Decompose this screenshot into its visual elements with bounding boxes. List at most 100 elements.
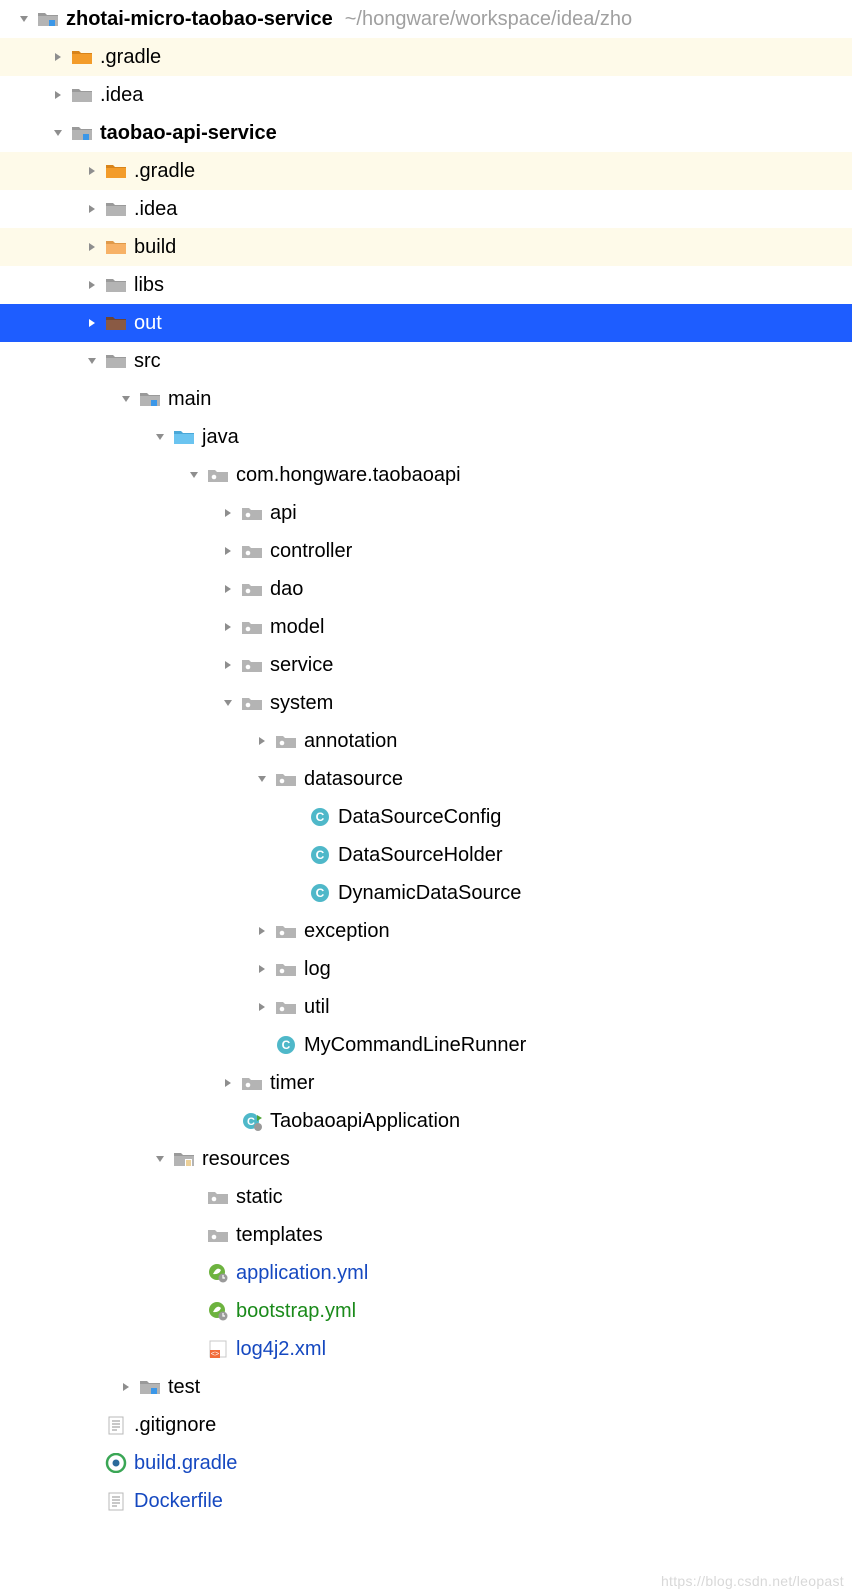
resources-folder-icon	[172, 1149, 196, 1169]
tree-row[interactable]: .gitignore	[0, 1406, 852, 1444]
tree-row[interactable]: taobao-api-service	[0, 114, 852, 152]
chevron-down-icon[interactable]	[154, 1153, 168, 1165]
tree-row[interactable]: zhotai-micro-taobao-service~/hongware/wo…	[0, 0, 852, 38]
tree-row[interactable]: test	[0, 1368, 852, 1406]
tree-item-label: datasource	[304, 769, 403, 789]
tree-row[interactable]: timer	[0, 1064, 852, 1102]
chevron-right-icon[interactable]	[256, 925, 270, 937]
tree-item-label: java	[202, 427, 239, 447]
tree-row[interactable]: dao	[0, 570, 852, 608]
tree-item-label: service	[270, 655, 333, 675]
module-folder-icon	[36, 9, 60, 29]
chevron-down-icon[interactable]	[18, 13, 32, 25]
tree-row[interactable]: .idea	[0, 190, 852, 228]
tree-item-label: Dockerfile	[134, 1491, 223, 1511]
tree-row[interactable]: annotation	[0, 722, 852, 760]
tree-item-label: .idea	[100, 85, 143, 105]
chevron-right-icon[interactable]	[222, 621, 236, 633]
tree-row[interactable]: out	[0, 304, 852, 342]
folder-icon	[104, 313, 128, 333]
text-file-icon	[104, 1491, 128, 1511]
tree-row[interactable]: build.gradle	[0, 1444, 852, 1482]
chevron-right-icon[interactable]	[86, 165, 100, 177]
tree-row[interactable]: model	[0, 608, 852, 646]
module-folder-icon	[70, 123, 94, 143]
package-icon	[274, 997, 298, 1017]
folder-icon	[104, 161, 128, 181]
chevron-down-icon[interactable]	[86, 355, 100, 367]
tree-row[interactable]: com.hongware.taobaoapi	[0, 456, 852, 494]
tree-row[interactable]: java	[0, 418, 852, 456]
chevron-right-icon[interactable]	[222, 545, 236, 557]
tree-row[interactable]: Dockerfile	[0, 1482, 852, 1520]
chevron-right-icon[interactable]	[52, 89, 66, 101]
tree-row[interactable]: C TaobaoapiApplication	[0, 1102, 852, 1140]
chevron-right-icon[interactable]	[120, 1381, 134, 1393]
tree-item-label: com.hongware.taobaoapi	[236, 465, 461, 485]
tree-row[interactable]: build	[0, 228, 852, 266]
chevron-right-icon[interactable]	[86, 241, 100, 253]
tree-row[interactable]: static	[0, 1178, 852, 1216]
spring-config-icon	[206, 1263, 230, 1283]
tree-row[interactable]: .gradle	[0, 38, 852, 76]
class-icon: C	[308, 807, 332, 827]
chevron-down-icon[interactable]	[188, 469, 202, 481]
tree-row[interactable]: datasource	[0, 760, 852, 798]
tree-row[interactable]: exception	[0, 912, 852, 950]
chevron-right-icon[interactable]	[256, 735, 270, 747]
tree-item-label: log4j2.xml	[236, 1339, 326, 1359]
svg-text:<>: <>	[211, 1351, 219, 1358]
tree-row[interactable]: controller	[0, 532, 852, 570]
tree-row[interactable]: log	[0, 950, 852, 988]
tree-item-label: log	[304, 959, 331, 979]
tree-item-label: DynamicDataSource	[338, 883, 521, 903]
tree-row[interactable]: templates	[0, 1216, 852, 1254]
package-icon	[240, 579, 264, 599]
tree-row[interactable]: service	[0, 646, 852, 684]
tree-row[interactable]: C DataSourceHolder	[0, 836, 852, 874]
tree-row[interactable]: bootstrap.yml	[0, 1292, 852, 1330]
chevron-down-icon[interactable]	[222, 697, 236, 709]
tree-item-label: static	[236, 1187, 283, 1207]
svg-text:C: C	[282, 1038, 291, 1052]
tree-row[interactable]: application.yml	[0, 1254, 852, 1292]
tree-row[interactable]: api	[0, 494, 852, 532]
tree-item-label: annotation	[304, 731, 397, 751]
package-icon	[240, 693, 264, 713]
tree-row[interactable]: util	[0, 988, 852, 1026]
chevron-right-icon[interactable]	[222, 1077, 236, 1089]
package-icon	[274, 959, 298, 979]
package-icon	[206, 1187, 230, 1207]
tree-row[interactable]: main	[0, 380, 852, 418]
chevron-down-icon[interactable]	[154, 431, 168, 443]
tree-row[interactable]: .gradle	[0, 152, 852, 190]
chevron-right-icon[interactable]	[222, 583, 236, 595]
chevron-right-icon[interactable]	[256, 963, 270, 975]
tree-row[interactable]: resources	[0, 1140, 852, 1178]
chevron-down-icon[interactable]	[120, 393, 134, 405]
tree-item-label: bootstrap.yml	[236, 1301, 356, 1321]
tree-row[interactable]: <> log4j2.xml	[0, 1330, 852, 1368]
chevron-right-icon[interactable]	[256, 1001, 270, 1013]
tree-item-label: TaobaoapiApplication	[270, 1111, 460, 1131]
tree-row[interactable]: C DataSourceConfig	[0, 798, 852, 836]
chevron-right-icon[interactable]	[86, 317, 100, 329]
chevron-right-icon[interactable]	[86, 279, 100, 291]
text-file-icon	[104, 1415, 128, 1435]
tree-item-label: .gradle	[100, 47, 161, 67]
chevron-right-icon[interactable]	[222, 659, 236, 671]
chevron-right-icon[interactable]	[86, 203, 100, 215]
tree-row[interactable]: src	[0, 342, 852, 380]
tree-row[interactable]: system	[0, 684, 852, 722]
chevron-down-icon[interactable]	[52, 127, 66, 139]
package-icon	[240, 617, 264, 637]
tree-row[interactable]: C MyCommandLineRunner	[0, 1026, 852, 1064]
tree-row[interactable]: libs	[0, 266, 852, 304]
chevron-right-icon[interactable]	[222, 507, 236, 519]
chevron-right-icon[interactable]	[52, 51, 66, 63]
tree-row[interactable]: C DynamicDataSource	[0, 874, 852, 912]
tree-item-label: .idea	[134, 199, 177, 219]
tree-item-label: taobao-api-service	[100, 123, 277, 143]
chevron-down-icon[interactable]	[256, 773, 270, 785]
tree-row[interactable]: .idea	[0, 76, 852, 114]
